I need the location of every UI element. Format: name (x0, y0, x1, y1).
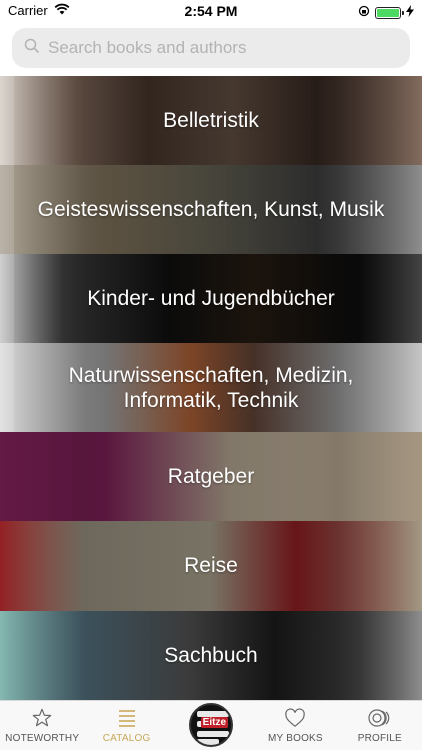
category-label: Sachbuch (164, 643, 258, 667)
category-geisteswissenschaften[interactable]: Geisteswissenschaften, Kunst, Musik (0, 165, 422, 255)
profile-icon (367, 707, 393, 729)
charging-icon (406, 4, 414, 22)
category-list: Belletristik Geisteswissenschaften, Kuns… (0, 76, 422, 700)
catalog-icon (117, 707, 137, 729)
category-label: Naturwissenschaften, Medizin, Informatik… (68, 363, 354, 412)
category-reise[interactable]: Reise (0, 521, 422, 611)
tab-catalog[interactable]: CATALOG (84, 701, 168, 750)
search-icon (24, 38, 40, 59)
tab-label: NOTEWORTHY (5, 733, 80, 744)
category-kinder-jugendbuecher[interactable]: Kinder- und Jugendbücher (0, 254, 422, 344)
eitze-logo-icon: Eitze (189, 702, 234, 747)
category-belletristik[interactable]: Belletristik (0, 76, 422, 166)
category-label: Kinder- und Jugendbücher (87, 287, 335, 311)
orientation-lock-icon (358, 4, 370, 22)
battery-icon (375, 7, 404, 19)
tab-noteworthy[interactable]: NOTEWORTHY (0, 701, 84, 750)
tab-label: PROFILE (357, 733, 402, 744)
tab-eitze-logo[interactable]: Eitze (169, 701, 253, 750)
heart-icon (284, 707, 306, 729)
status-right (358, 4, 414, 22)
star-icon (31, 707, 53, 729)
eitze-logo-text: Eitze (200, 716, 229, 728)
tab-bar: NOTEWORTHY CATALOG Eitze MY BOOKS PROFIL… (0, 700, 422, 750)
category-ratgeber[interactable]: Ratgeber (0, 432, 422, 522)
search-input[interactable] (48, 38, 388, 58)
tab-label: MY BOOKS (268, 733, 323, 744)
tab-my-books[interactable]: MY BOOKS (253, 701, 337, 750)
category-label: Belletristik (163, 108, 259, 132)
category-label: Ratgeber (167, 465, 255, 489)
tab-profile[interactable]: PROFILE (338, 701, 422, 750)
category-sachbuch[interactable]: Sachbuch (0, 610, 422, 700)
tab-label: CATALOG (102, 733, 151, 744)
category-label: Reise (184, 554, 238, 578)
status-bar: Carrier 2:54 PM (0, 0, 422, 22)
category-naturwissenschaften[interactable]: Naturwissenschaften, Medizin, Informatik… (0, 343, 422, 433)
category-label: Geisteswissenschaften, Kunst, Musik (37, 198, 385, 222)
search-bar[interactable] (12, 28, 410, 68)
